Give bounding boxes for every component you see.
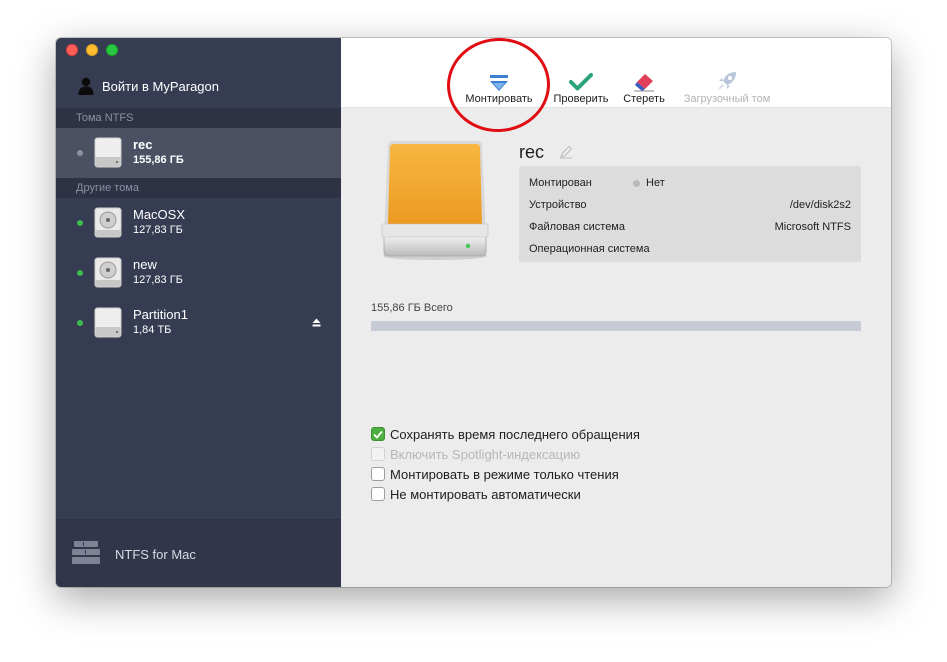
eraser-icon bbox=[634, 74, 654, 92]
info-label: Файловая система bbox=[529, 221, 625, 233]
close-window-button[interactable] bbox=[66, 44, 78, 56]
app-window: Войти в MyParagon Тома NTFS rec 155,86 Г… bbox=[56, 38, 891, 587]
mount-label: Монтировать bbox=[465, 93, 533, 105]
drive-icon bbox=[94, 137, 122, 168]
mounted-status-dot bbox=[77, 220, 83, 226]
info-row-filesystem: Файловая система Microsoft NTFS bbox=[529, 217, 851, 237]
mounted-status-dot bbox=[77, 320, 83, 326]
check-icon bbox=[373, 430, 383, 439]
volume-title: rec bbox=[519, 142, 545, 162]
info-value: /dev/disk2s2 bbox=[789, 199, 851, 211]
checkbox[interactable] bbox=[371, 447, 385, 461]
unmounted-status-dot bbox=[77, 150, 83, 156]
unmounted-status-dot bbox=[633, 179, 640, 187]
hard-disk-icon bbox=[94, 207, 122, 238]
option-label: Включить Spotlight-индексацию bbox=[390, 446, 581, 462]
drive-icon bbox=[94, 307, 122, 338]
user-icon bbox=[78, 77, 94, 95]
toolbar: Монтировать Проверить Стереть Загрузочны… bbox=[341, 38, 891, 108]
capacity-bar bbox=[371, 321, 861, 331]
checkbox[interactable] bbox=[371, 427, 385, 441]
info-value: Нет bbox=[646, 177, 665, 189]
zoom-window-button[interactable] bbox=[106, 44, 118, 56]
verify-button[interactable]: Проверить bbox=[549, 66, 613, 105]
info-label: Операционная система bbox=[529, 243, 650, 255]
info-label: Устройство bbox=[529, 199, 587, 211]
volume-item-rec[interactable]: rec 155,86 ГБ bbox=[56, 128, 341, 178]
login-label: Войти в MyParagon bbox=[102, 78, 219, 94]
volume-item-partition1[interactable]: Partition1 1,84 ТБ bbox=[56, 298, 341, 348]
sidebar: Войти в MyParagon Тома NTFS rec 155,86 Г… bbox=[56, 38, 341, 587]
volume-item-macosx[interactable]: MacOSX 127,83 ГБ bbox=[56, 198, 341, 248]
minimize-window-button[interactable] bbox=[86, 44, 98, 56]
sidebar-footer: NTFS for Mac bbox=[56, 519, 341, 587]
info-row-device: Устройство /dev/disk2s2 bbox=[529, 195, 851, 215]
boot-volume-label: Загрузочный том bbox=[683, 93, 771, 105]
option-label: Сохранять время последнего обращения bbox=[390, 426, 640, 442]
verify-label: Проверить bbox=[553, 93, 609, 105]
volume-info-panel: Монтирован Нет Устройство /dev/disk2s2 Ф… bbox=[519, 166, 861, 262]
erase-button[interactable]: Стереть bbox=[619, 66, 669, 105]
info-row-mounted: Монтирован Нет bbox=[529, 173, 851, 193]
volume-name: Partition1 bbox=[133, 307, 188, 322]
checkbox[interactable] bbox=[371, 487, 385, 501]
info-label: Монтирован bbox=[529, 177, 592, 189]
window-controls bbox=[66, 44, 118, 56]
option-read-only[interactable]: Монтировать в режиме только чтения bbox=[371, 466, 619, 482]
volume-size: 155,86 ГБ bbox=[133, 154, 184, 166]
mount-icon bbox=[490, 75, 508, 91]
volume-name: new bbox=[133, 257, 157, 272]
mounted-status-dot bbox=[77, 270, 83, 276]
large-drive-icon bbox=[381, 141, 489, 260]
volume-size: 127,83 ГБ bbox=[133, 274, 183, 286]
info-value: Microsoft NTFS bbox=[774, 221, 851, 233]
total-capacity-label: 155,86 ГБ Всего bbox=[371, 302, 453, 314]
main-panel: Монтировать Проверить Стереть Загрузочны… bbox=[341, 38, 891, 587]
hard-disk-icon bbox=[94, 257, 122, 288]
volume-name: rec bbox=[133, 137, 153, 152]
ntfs-volumes-header: Тома NTFS bbox=[56, 108, 341, 128]
option-label: Не монтировать автоматически bbox=[390, 486, 581, 502]
checkmark-icon bbox=[569, 73, 593, 91]
login-button[interactable]: Войти в MyParagon bbox=[78, 76, 219, 96]
volume-name: MacOSX bbox=[133, 207, 186, 222]
erase-label: Стереть bbox=[623, 93, 665, 105]
rename-pencil-icon[interactable] bbox=[559, 145, 573, 159]
option-no-automount[interactable]: Не монтировать автоматически bbox=[371, 486, 581, 502]
mount-button[interactable]: Монтировать bbox=[451, 66, 547, 105]
checkbox[interactable] bbox=[371, 467, 385, 481]
other-volumes-header: Другие тома bbox=[56, 178, 341, 198]
product-name: NTFS for Mac bbox=[115, 547, 196, 562]
paragon-ntfs-logo-icon bbox=[72, 541, 100, 564]
eject-icon[interactable] bbox=[312, 318, 321, 327]
volume-item-new[interactable]: new 127,83 ГБ bbox=[56, 248, 341, 298]
volume-size: 127,83 ГБ bbox=[133, 224, 183, 236]
volume-size: 1,84 ТБ bbox=[133, 324, 172, 336]
option-keep-access-time[interactable]: Сохранять время последнего обращения bbox=[371, 426, 640, 442]
boot-volume-button[interactable]: Загрузочный том bbox=[677, 66, 777, 105]
rocket-icon bbox=[718, 72, 736, 90]
info-row-os: Операционная система bbox=[529, 239, 851, 259]
option-label: Монтировать в режиме только чтения bbox=[390, 466, 619, 482]
option-spotlight-indexing[interactable]: Включить Spotlight-индексацию bbox=[371, 446, 580, 462]
